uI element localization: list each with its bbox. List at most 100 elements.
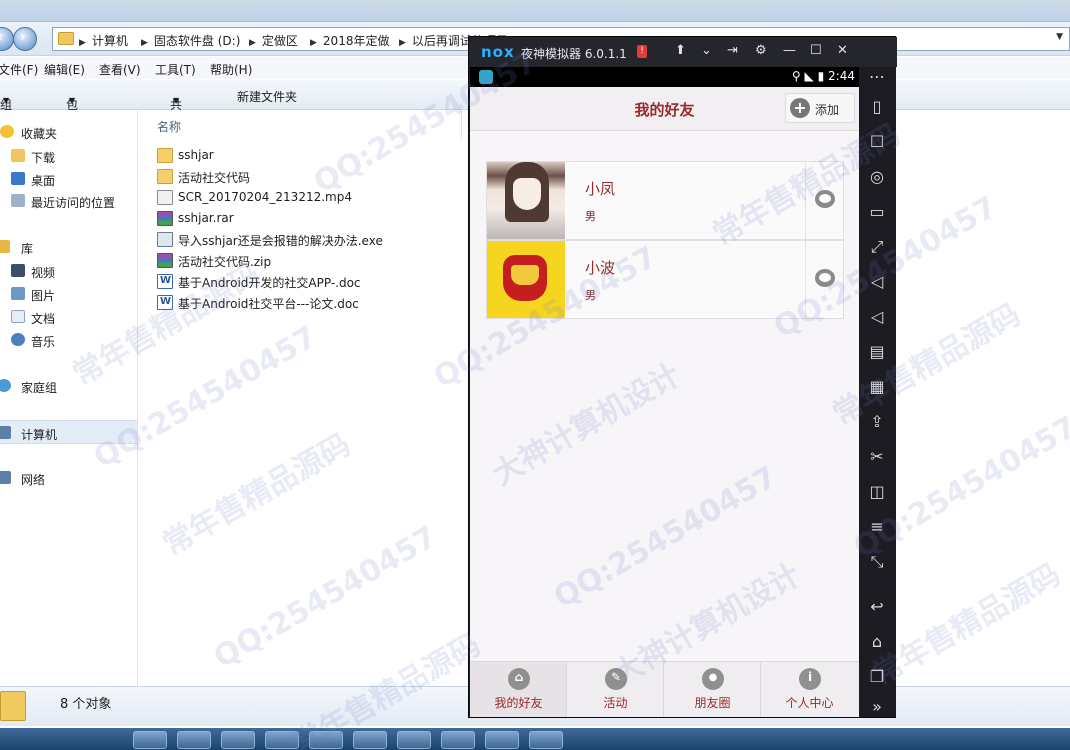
item-count: 8 个对象 — [60, 697, 112, 712]
tab-my-friends[interactable]: 我的好友 — [470, 662, 567, 717]
avatar — [487, 241, 565, 318]
chat-button[interactable] — [805, 162, 843, 239]
new-folder-button[interactable]: 新建文件夹 — [237, 88, 297, 105]
chat-button[interactable] — [805, 241, 843, 318]
word-document-icon — [157, 295, 173, 310]
apk-install-icon[interactable]: ⇪ — [867, 412, 887, 432]
breadcrumb[interactable]: ▶ 固态软件盘 (D:) — [141, 32, 240, 49]
chevron-down-icon[interactable]: ▼ — [1056, 32, 1063, 42]
breadcrumb[interactable]: ▶ 2018年定做 — [310, 32, 389, 49]
tab-activities[interactable]: 活动 — [567, 662, 664, 717]
macro-icon[interactable]: ▦ — [867, 377, 887, 397]
clock: 2:44 — [828, 69, 855, 83]
menu-file[interactable]: 文件(F) — [0, 61, 38, 78]
forward-button[interactable]: › — [13, 27, 37, 51]
navigation-pane: 收藏夹 下载 桌面 最近访问的位置 库 视频 图片 文档 音乐 家庭组 计算机 … — [0, 111, 138, 686]
word-document-icon — [157, 274, 173, 289]
emulator-window: nox 夜神模拟器 6.0.1.1 ! ⬆ ⌄ ⇥ ⚙ — ☐ ✕ ⚲ ◣ ▮ … — [468, 36, 897, 718]
friend-name: 小凤 — [585, 180, 616, 198]
alert-badge[interactable]: ! — [637, 45, 647, 58]
emulator-title: 夜神模拟器 6.0.1.1 — [521, 47, 627, 61]
menu-edit[interactable]: 编辑(E) — [44, 61, 85, 78]
add-friend-button[interactable]: + 添加 — [785, 93, 855, 123]
nav-favorites[interactable]: 收藏夹 — [0, 122, 137, 142]
upload-icon[interactable]: ⬆ — [675, 43, 686, 58]
breadcrumb[interactable]: ▶ 计算机 — [79, 32, 128, 49]
file-item[interactable]: 基于Android社交平台---论文.doc — [157, 292, 477, 313]
taskbar-button[interactable] — [265, 731, 299, 749]
taskbar-button[interactable] — [441, 731, 475, 749]
user-icon — [702, 668, 724, 690]
taskbar-button[interactable] — [397, 731, 431, 749]
gear-icon[interactable]: ⚙ — [755, 43, 767, 58]
menu-tools[interactable]: 工具(T) — [155, 61, 196, 78]
friend-list-item[interactable]: 小波 男 — [486, 240, 844, 319]
file-item[interactable]: sshjar — [157, 145, 477, 166]
taskbar-button[interactable] — [177, 731, 211, 749]
nav-desktop[interactable]: 桌面 — [0, 169, 137, 189]
screen-icon[interactable]: ▭ — [867, 202, 887, 222]
tab-moments[interactable]: 朋友圈 — [664, 662, 761, 717]
back-icon[interactable]: ↩ — [867, 597, 887, 617]
multi-instance-icon[interactable]: ◫ — [867, 482, 887, 502]
nav-videos[interactable]: 视频 — [0, 261, 137, 281]
volume-down-icon[interactable]: ◁ — [867, 307, 887, 327]
battery-icon: ▮ — [817, 69, 825, 83]
shake-icon[interactable]: ▯ — [867, 97, 887, 117]
archive-file-icon — [157, 253, 173, 268]
home-icon — [508, 668, 530, 690]
file-item[interactable]: 基于Android开发的社交APP-.doc — [157, 271, 477, 292]
menu-help[interactable]: 帮助(H) — [210, 61, 252, 78]
menu-icon[interactable]: ≡ — [867, 517, 887, 537]
column-header-name[interactable]: 名称 — [157, 118, 181, 135]
back-button[interactable]: ‹ — [0, 27, 14, 51]
toolbox-icon[interactable]: ▤ — [867, 342, 887, 362]
nav-recent[interactable]: 最近访问的位置 — [0, 191, 137, 211]
close-icon[interactable]: ✕ — [837, 43, 848, 58]
robot-icon[interactable]: ☐ — [867, 132, 887, 152]
minimize-icon[interactable]: — — [783, 43, 796, 58]
file-item[interactable]: 活动社交代码 — [157, 166, 477, 187]
file-item[interactable]: 导入sshjar还是会报错的解决办法.exe — [157, 229, 477, 250]
nav-libraries[interactable]: 库 — [0, 237, 137, 257]
resize-icon[interactable]: ⤡ — [867, 552, 887, 572]
file-item[interactable]: SCR_20170204_213212.mp4 — [157, 187, 477, 208]
scissors-icon[interactable]: ✂ — [867, 447, 887, 467]
nav-music[interactable]: 音乐 — [0, 330, 137, 350]
avatar — [487, 162, 565, 239]
taskbar — [0, 728, 1070, 750]
download-folder-icon — [11, 149, 25, 162]
nav-network[interactable]: 网络 — [0, 468, 137, 488]
home-icon[interactable]: ⌂ — [867, 632, 887, 652]
volume-up-icon[interactable]: ◁ — [867, 272, 887, 292]
taskbar-button[interactable] — [309, 731, 343, 749]
nav-pictures[interactable]: 图片 — [0, 284, 137, 304]
chevron-down-icon[interactable]: ⌄ — [701, 43, 712, 58]
friend-list-item[interactable]: 小凤 男 — [486, 161, 844, 240]
breadcrumb[interactable]: ▶ 定做区 — [249, 32, 298, 49]
nav-downloads[interactable]: 下载 — [0, 146, 137, 166]
pin-icon[interactable]: ⇥ — [727, 43, 738, 58]
more-icon[interactable]: ⋯ — [867, 67, 887, 87]
taskbar-button[interactable] — [485, 731, 519, 749]
taskbar-button[interactable] — [529, 731, 563, 749]
taskbar-button[interactable] — [221, 731, 255, 749]
recent-places-icon — [11, 194, 25, 207]
emulator-titlebar[interactable]: nox 夜神模拟器 6.0.1.1 ! ⬆ ⌄ ⇥ ⚙ — ☐ ✕ — [469, 37, 897, 67]
nav-documents[interactable]: 文档 — [0, 307, 137, 327]
tab-profile[interactable]: 个人中心 — [761, 662, 858, 717]
fullscreen-icon[interactable]: ⤢ — [867, 237, 887, 257]
menu-view[interactable]: 查看(V) — [99, 61, 141, 78]
location-icon[interactable]: ◎ — [867, 167, 887, 187]
expand-icon[interactable]: » — [867, 697, 887, 717]
taskbar-button[interactable] — [353, 731, 387, 749]
taskbar-button[interactable] — [133, 731, 167, 749]
maximize-icon[interactable]: ☐ — [810, 43, 822, 58]
file-item[interactable]: sshjar.rar — [157, 208, 477, 229]
file-item[interactable]: 活动社交代码.zip — [157, 250, 477, 271]
nav-computer[interactable]: 计算机 — [0, 420, 137, 444]
nav-homegroup[interactable]: 家庭组 — [0, 376, 137, 396]
column-divider[interactable] — [461, 111, 462, 139]
recent-apps-icon[interactable]: ❐ — [867, 667, 887, 687]
friend-gender: 男 — [585, 289, 596, 302]
